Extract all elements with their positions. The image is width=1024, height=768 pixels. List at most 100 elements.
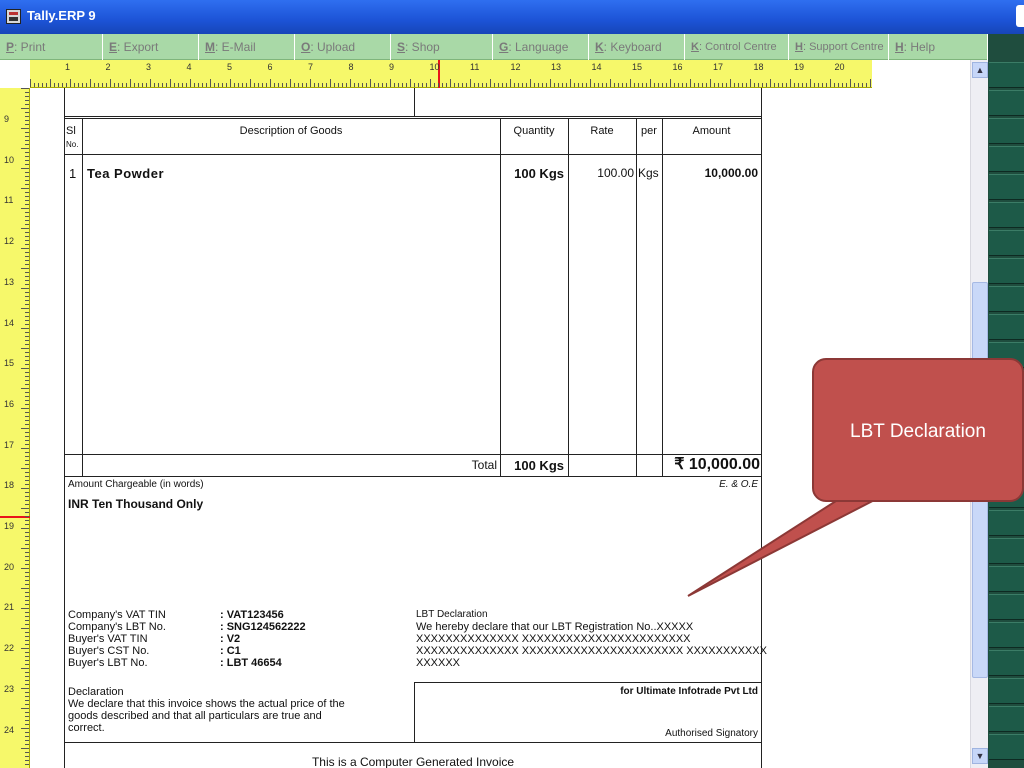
ruler-tick [25,604,29,605]
ruler-tick [794,83,795,87]
ruler-number: 11 [4,195,14,206]
ruler-number: 22 [4,643,15,654]
ruler-tick [110,79,111,87]
ruler-tick [21,468,29,469]
export-button[interactable]: E: Export [103,34,199,60]
ruler-tick [25,764,29,765]
ruler-tick [838,83,839,87]
ruler-tick [46,83,47,87]
keyboard-button[interactable]: K: Keyboard [589,34,685,60]
side-button[interactable] [989,566,1024,592]
ruler-tick [25,584,29,585]
ruler-tick [25,544,29,545]
ruler-tick [25,400,29,401]
ruler-tick [230,79,231,87]
col-no: No. [66,140,79,149]
ruler-tick [618,83,619,87]
ruler-tick [25,592,29,593]
side-button[interactable] [989,258,1024,284]
side-button[interactable] [989,286,1024,312]
ruler-tick [738,83,739,87]
side-button[interactable] [989,510,1024,536]
email-button[interactable]: M: E-Mail [199,34,295,60]
ruler-tick [666,83,667,87]
ruler-tick [66,83,67,87]
side-button[interactable] [989,650,1024,676]
ruler-tick [25,600,29,601]
scroll-down-icon[interactable]: ▼ [972,748,988,764]
ruler-tick [25,156,29,157]
ruler-tick [202,83,203,87]
ruler-tick [21,148,29,149]
ruler-number: 8 [348,62,354,72]
help-button[interactable]: H: Help [889,34,988,60]
side-button[interactable] [989,314,1024,340]
ruler-tick [482,83,483,87]
side-button[interactable] [989,62,1024,88]
ruler-tick [382,83,383,87]
ruler-tick [25,316,29,317]
ruler-tick [438,83,439,87]
ruler-tick [25,740,29,741]
ruler-tick [21,428,29,429]
side-button[interactable] [989,230,1024,256]
export-label: : Export [117,40,159,54]
ruler-tick [25,696,29,697]
ruler-number: 12 [510,62,521,72]
ruler-tick [766,83,767,87]
ruler-tick [454,83,455,87]
ruler-number: 20 [4,561,15,572]
col-description: Description of Goods [239,125,343,137]
ruler-tick [130,79,131,87]
ruler-tick [126,83,127,87]
ruler-number: 21 [4,602,15,613]
ruler-tick [814,83,815,87]
language-button[interactable]: G: Language [493,34,589,60]
side-button[interactable] [989,538,1024,564]
ruler-tick [25,116,29,117]
side-button[interactable] [989,622,1024,648]
upload-label: : Upload [310,40,356,54]
ruler-tick [378,83,379,87]
info-label: Company's VAT TIN [68,609,166,621]
side-button[interactable] [989,174,1024,200]
print-button[interactable]: P: Print [0,34,103,60]
control-centre-button[interactable]: K: Control Centre [685,34,789,60]
ruler-tick [86,83,87,87]
ruler-tick [21,268,29,269]
side-button[interactable] [989,202,1024,228]
col-per: per [641,125,657,137]
side-button[interactable] [989,146,1024,172]
side-button[interactable] [989,118,1024,144]
ruler-tick [25,672,29,673]
upload-button[interactable]: O: Upload [295,34,391,60]
ruler-tick [866,83,867,87]
ruler-tick [25,192,29,193]
ruler-tick [25,252,29,253]
info-value: : LBT 46654 [220,657,282,669]
ruler-tick [21,288,29,289]
ruler-tick [25,752,29,753]
total-amount: ₹ 10,000.00 [674,456,760,473]
window-control-button[interactable] [1016,5,1024,27]
ruler-tick [21,408,29,409]
side-button[interactable] [989,594,1024,620]
ruler-tick [25,704,29,705]
scroll-up-icon[interactable]: ▲ [972,62,988,78]
side-button[interactable] [989,706,1024,732]
ruler-tick [870,79,871,87]
ruler-tick [370,79,371,87]
ruler-tick [25,484,29,485]
side-button[interactable] [989,734,1024,760]
ruler-tick [154,83,155,87]
side-button[interactable] [989,678,1024,704]
ruler-tick [266,83,267,87]
shop-button[interactable]: S: Shop [391,34,493,60]
ruler-tick [502,83,503,87]
side-button[interactable] [989,90,1024,116]
shop-key: S [397,40,406,54]
ruler-tick [642,83,643,87]
support-centre-button[interactable]: H: Support Centre [789,34,889,60]
ruler-number: 2 [105,62,111,72]
item-quantity: 100 Kgs [514,166,564,181]
